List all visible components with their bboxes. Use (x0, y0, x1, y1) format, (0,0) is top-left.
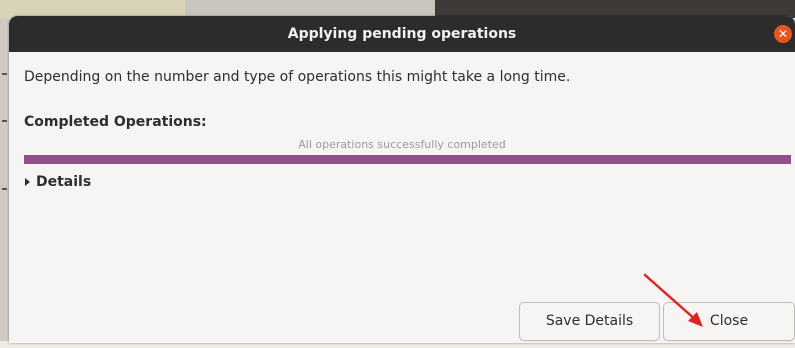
dialog-titlebar[interactable]: Applying pending operations ✕ (9, 16, 795, 52)
dialog-title: Applying pending operations (287, 26, 517, 42)
dialog-description: Depending on the number and type of oper… (24, 69, 571, 85)
close-icon[interactable]: ✕ (774, 25, 792, 43)
background-mark (2, 120, 7, 122)
disclosure-triangle-icon (25, 178, 30, 186)
background-mark (2, 188, 7, 190)
details-label: Details (36, 174, 92, 190)
operations-dialog: Applying pending operations ✕ Depending … (9, 16, 795, 343)
completed-operations-label: Completed Operations: (24, 114, 207, 130)
details-expander[interactable]: Details (25, 174, 91, 190)
progress-status-text: All operations successfully completed (298, 138, 506, 151)
background-mark (2, 73, 7, 75)
annotation-arrow-icon (643, 273, 703, 327)
progress-bar-fill (24, 155, 791, 164)
background-window-edge (0, 18, 9, 348)
progress-bar (24, 155, 791, 164)
